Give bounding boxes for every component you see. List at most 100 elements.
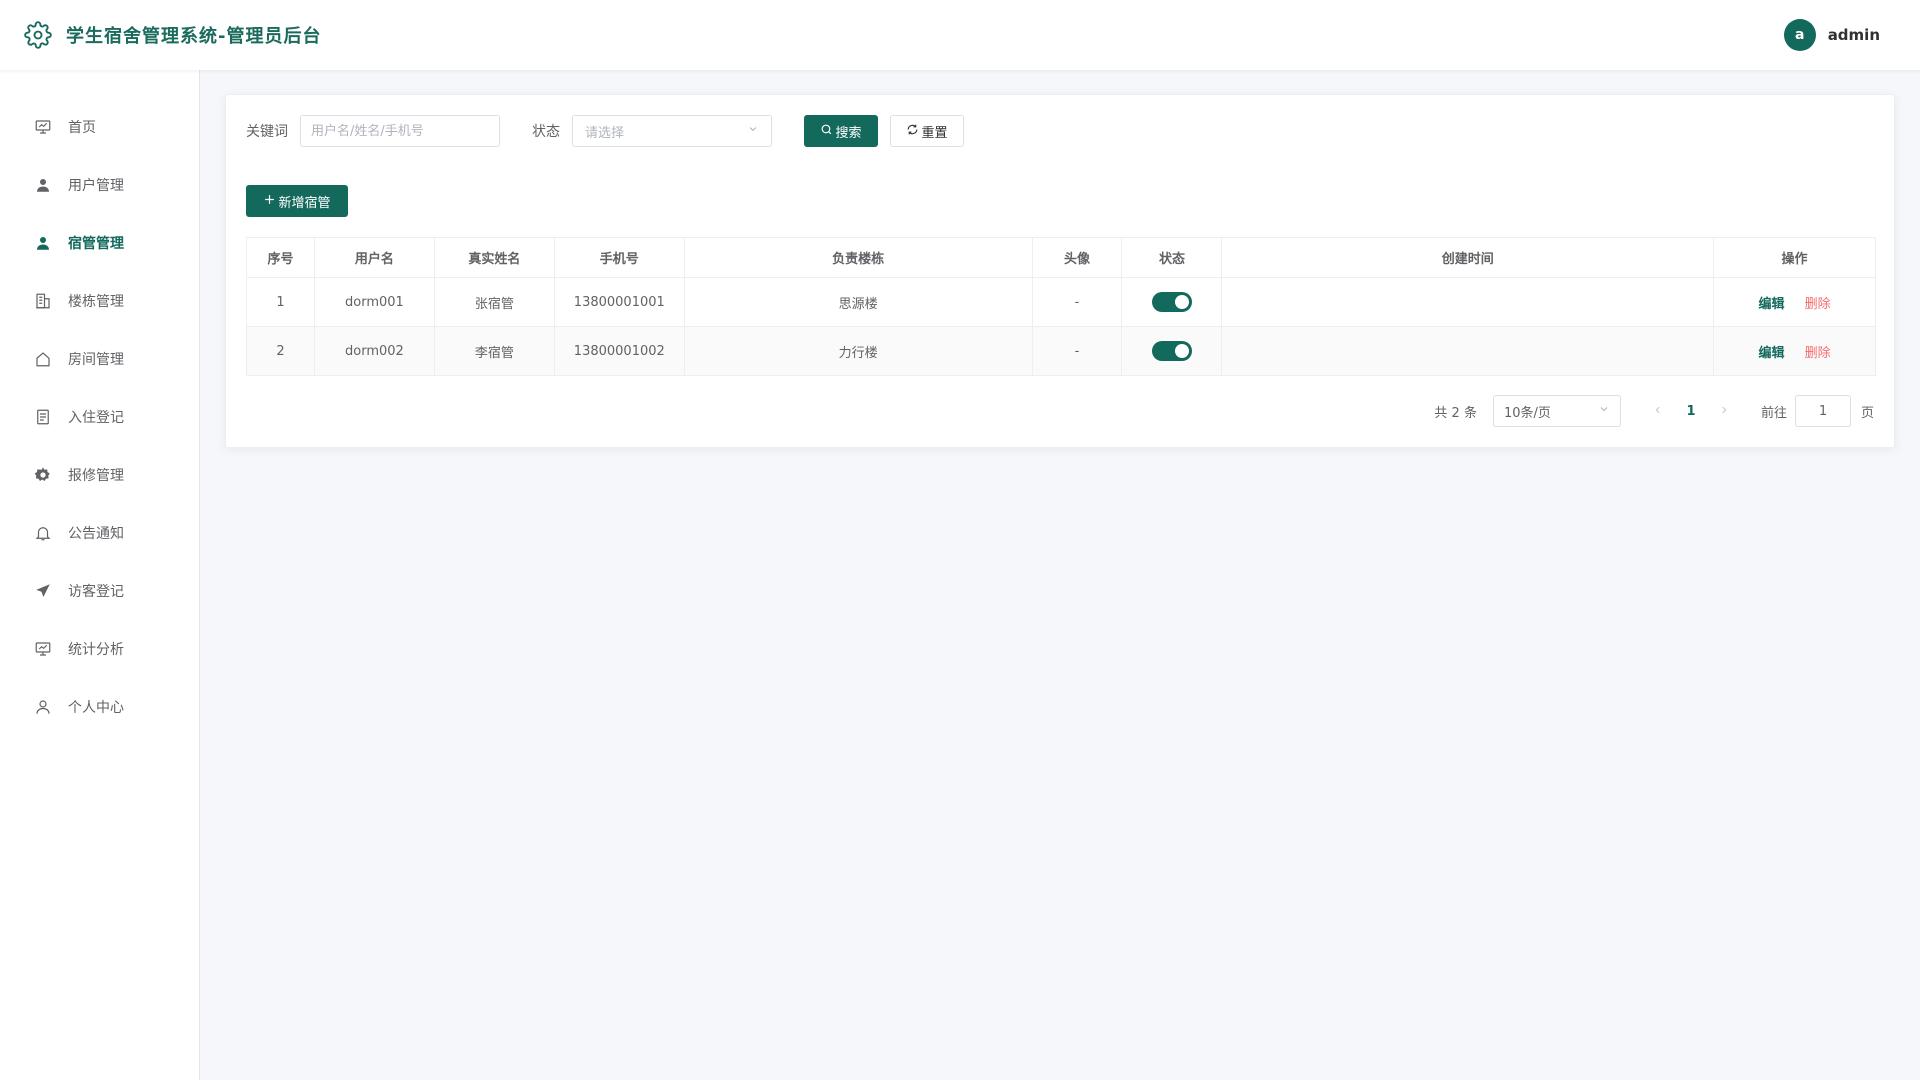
cell-actions: 编辑 删除	[1713, 277, 1876, 327]
cell-avatar: -	[1032, 326, 1123, 376]
cell-username: dorm001	[314, 277, 435, 327]
brand: 学生宿舍管理系统-管理员后台	[24, 21, 321, 49]
user-icon	[34, 176, 52, 194]
reset-button[interactable]: 重置	[890, 115, 964, 147]
refresh-icon	[906, 123, 919, 140]
table-header-row: 序号 用户名 真实姓名 手机号 负责楼栋 头像 状态 创建时间 操作	[246, 237, 1876, 278]
sidebar-item-users[interactable]: 用户管理	[0, 156, 199, 214]
cell-status	[1121, 277, 1223, 327]
status-label: 状态	[532, 124, 560, 140]
edit-link[interactable]: 编辑	[1758, 297, 1784, 312]
column-header: 用户名	[314, 237, 435, 278]
search-button[interactable]: 搜索	[804, 115, 878, 147]
sidebar-item-label: 统计分析	[68, 642, 124, 658]
status-toggle[interactable]	[1151, 341, 1192, 361]
sidebar-item-dorm-managers[interactable]: 宿管管理	[0, 214, 199, 272]
column-header: 状态	[1121, 237, 1223, 278]
search-button-label: 搜索	[835, 125, 862, 141]
sidebar-item-statistics[interactable]: 统计分析	[0, 620, 199, 678]
page-suffix: 页	[1860, 405, 1874, 421]
column-header: 负责楼栋	[684, 237, 1033, 278]
chevron-down-icon	[747, 123, 759, 139]
sidebar-item-label: 入住登记	[68, 410, 124, 426]
plus-icon	[263, 193, 276, 210]
add-button-label: 新增宿管	[278, 195, 331, 211]
delete-link[interactable]: 删除	[1805, 297, 1831, 312]
pagination-total: 共 2 条	[1434, 405, 1477, 421]
sidebar-item-label: 房间管理	[68, 352, 124, 368]
keyword-input[interactable]	[300, 115, 500, 147]
user-menu[interactable]: a admin	[1783, 19, 1880, 51]
sidebar-item-label: 宿管管理	[68, 236, 124, 252]
username[interactable]: admin	[1828, 26, 1880, 44]
send-icon	[34, 582, 52, 600]
chevron-down-icon	[1598, 403, 1610, 419]
sidebar-item-label: 楼栋管理	[68, 294, 124, 310]
main-card: 关键词 状态 请选择 搜索 重置 新增宿管	[225, 94, 1895, 448]
table-row: 1 dorm001 张宿管 13800001001 思源楼 - 编辑 删除	[246, 277, 1876, 327]
page-number[interactable]: 1	[1671, 404, 1711, 419]
table-row: 2 dorm002 李宿管 13800001002 力行楼 - 编辑 删除	[246, 326, 1876, 376]
next-page-button[interactable]	[1711, 404, 1737, 419]
column-header: 手机号	[554, 237, 685, 278]
building-icon	[34, 292, 52, 310]
sidebar-item-label: 用户管理	[68, 178, 124, 194]
add-dorm-manager-button[interactable]: 新增宿管	[246, 185, 348, 217]
cell-phone: 13800001001	[554, 277, 685, 327]
cell-created	[1221, 326, 1715, 376]
column-header: 创建时间	[1221, 237, 1715, 278]
sidebar-item-buildings[interactable]: 楼栋管理	[0, 272, 199, 330]
chart-board-icon	[34, 640, 52, 658]
prev-page-button[interactable]	[1645, 404, 1671, 419]
document-icon	[34, 408, 52, 426]
page-size-value: 10条/页	[1503, 405, 1551, 421]
sidebar-item-visitors[interactable]: 访客登记	[0, 562, 199, 620]
house-icon	[34, 350, 52, 368]
status-select[interactable]: 请选择	[572, 115, 772, 147]
top-header: 学生宿舍管理系统-管理员后台 a admin	[0, 0, 1920, 70]
cell-avatar: -	[1032, 277, 1123, 327]
cell-status	[1121, 326, 1223, 376]
goto-label: 前往	[1760, 405, 1787, 421]
cell-real-name: 张宿管	[434, 277, 555, 327]
search-form: 关键词 状态 请选择 搜索 重置	[246, 115, 964, 147]
cell-real-name: 李宿管	[434, 326, 555, 376]
cell-phone: 13800001002	[554, 326, 685, 376]
column-header: 头像	[1032, 237, 1123, 278]
sidebar-item-checkin[interactable]: 入住登记	[0, 388, 199, 446]
cell-username: dorm002	[314, 326, 435, 376]
reset-button-label: 重置	[921, 125, 948, 141]
status-toggle[interactable]	[1151, 292, 1192, 312]
sidebar-item-label: 首页	[68, 120, 96, 136]
dorm-manager-table: 序号 用户名 真实姓名 手机号 负责楼栋 头像 状态 创建时间 操作 1 dor…	[246, 237, 1876, 376]
dashboard-icon	[34, 118, 52, 136]
cell-created	[1221, 277, 1715, 327]
cell-index: 1	[246, 277, 315, 327]
sidebar-item-home[interactable]: 首页	[0, 98, 199, 156]
app-title: 学生宿舍管理系统-管理员后台	[66, 26, 322, 47]
sidebar: 首页 用户管理 宿管管理 楼栋管理 房间管理 入住登记 报修管理 公告通知 访客…	[0, 70, 200, 1080]
cell-building: 思源楼	[684, 277, 1033, 327]
goto-page-input[interactable]	[1794, 395, 1851, 427]
bell-icon	[34, 524, 52, 542]
keyword-label: 关键词	[246, 124, 288, 140]
sidebar-item-profile[interactable]: 个人中心	[0, 678, 199, 736]
page-size-select[interactable]: 10条/页	[1492, 395, 1621, 427]
avatar[interactable]: a	[1783, 19, 1816, 51]
sidebar-item-label: 访客登记	[68, 584, 124, 600]
edit-link[interactable]: 编辑	[1758, 346, 1784, 361]
sidebar-item-repairs[interactable]: 报修管理	[0, 446, 199, 504]
search-icon	[820, 123, 833, 140]
user-icon	[34, 234, 52, 252]
column-header: 序号	[246, 237, 315, 278]
status-select-placeholder: 请选择	[585, 125, 625, 141]
delete-link[interactable]: 删除	[1805, 346, 1831, 361]
cell-actions: 编辑 删除	[1713, 326, 1876, 376]
chevron-right-icon	[1722, 406, 1727, 413]
sidebar-item-label: 公告通知	[68, 526, 124, 542]
cell-building: 力行楼	[684, 326, 1033, 376]
sidebar-item-notices[interactable]: 公告通知	[0, 504, 199, 562]
sidebar-item-rooms[interactable]: 房间管理	[0, 330, 199, 388]
sidebar-item-label: 报修管理	[68, 468, 124, 484]
column-header: 真实姓名	[434, 237, 555, 278]
